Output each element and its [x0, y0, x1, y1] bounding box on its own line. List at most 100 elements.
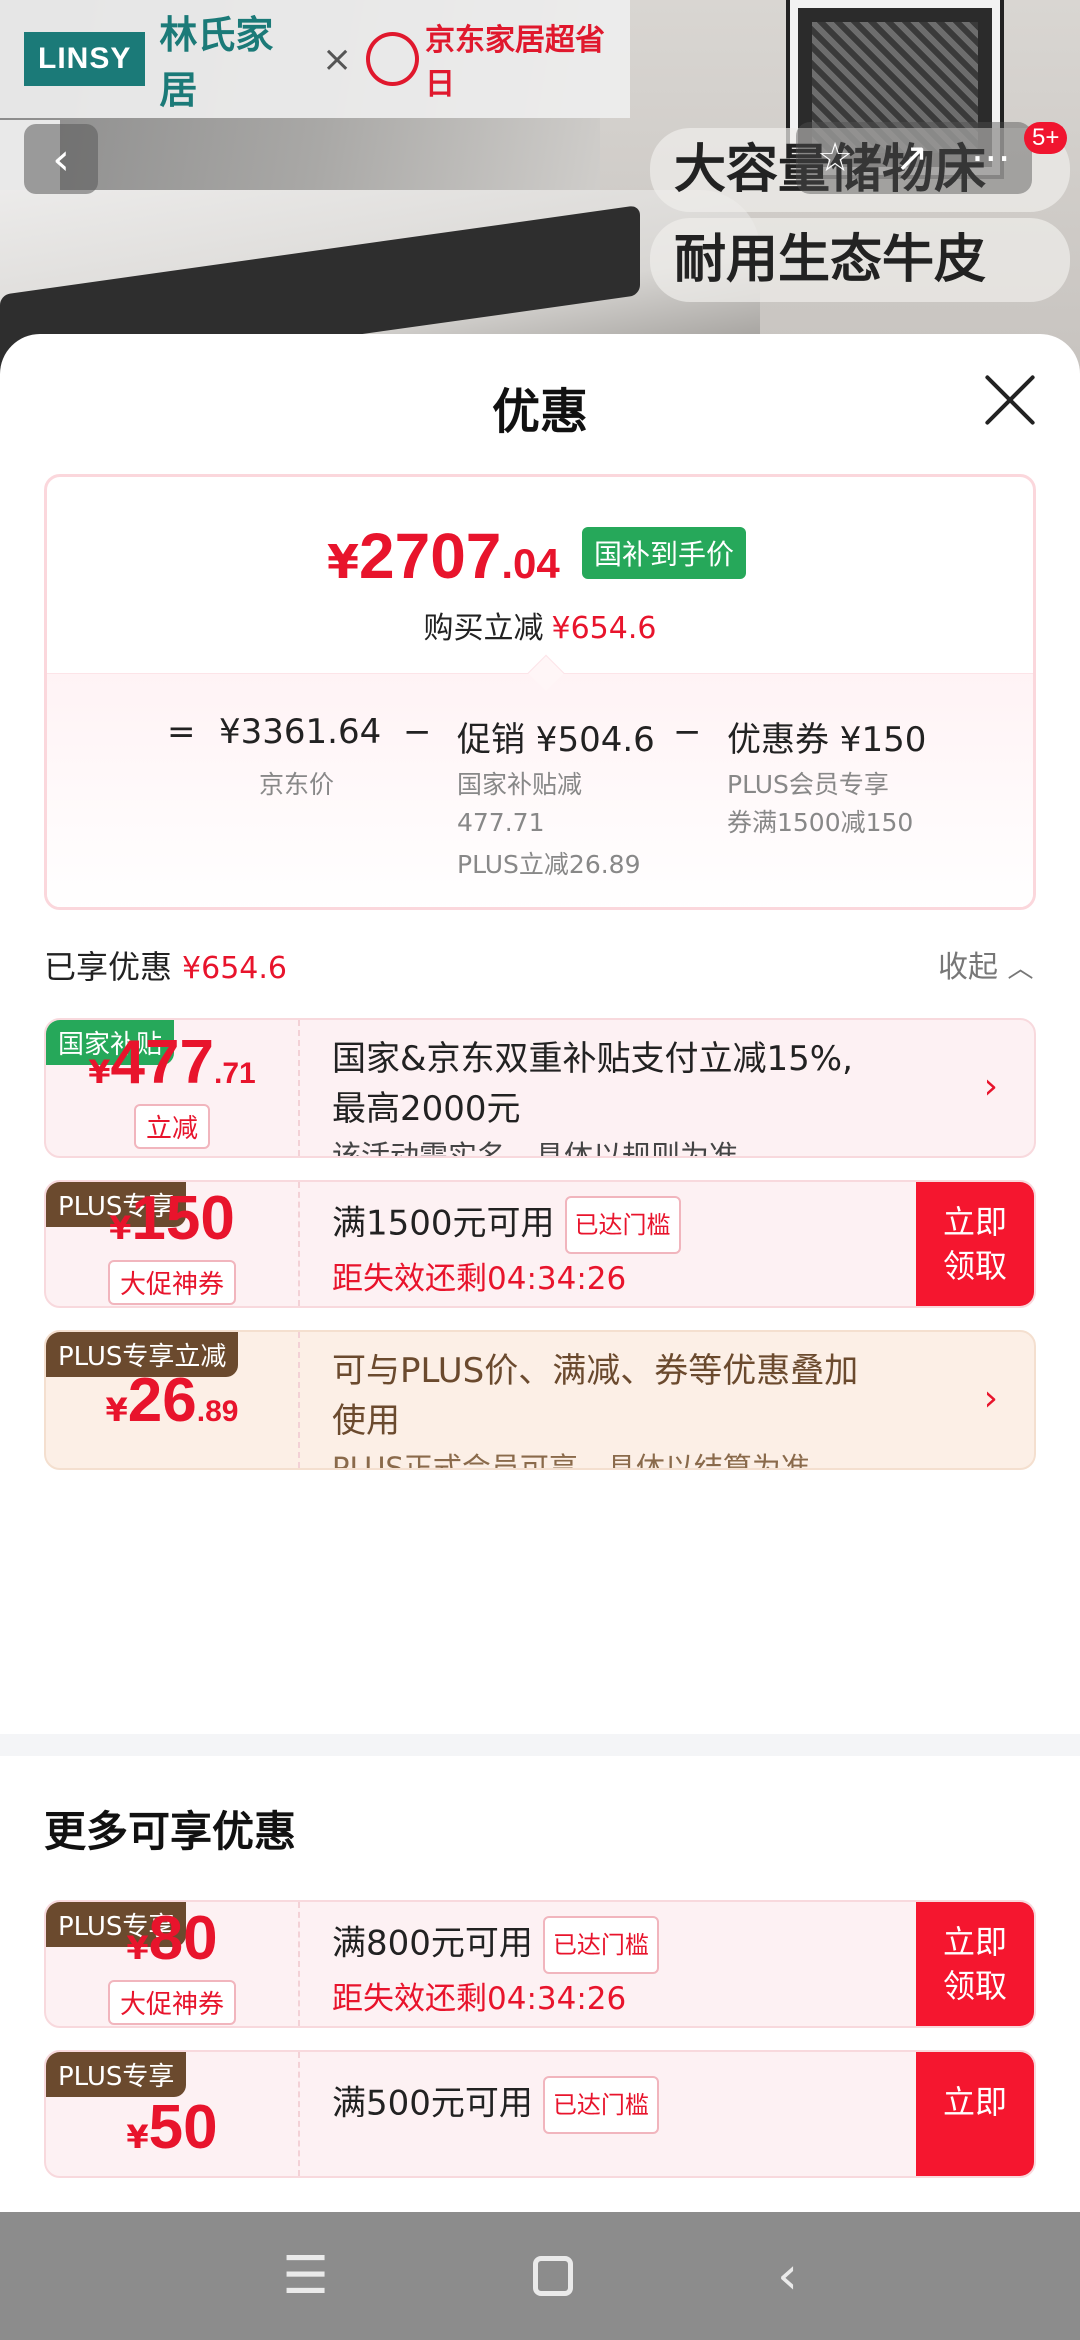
deal-amount-decimal: .89: [196, 1394, 239, 1428]
chevron-right-icon: ›: [983, 1066, 998, 1107]
top-action-icons: ☆ ↗ ⋯: [796, 122, 1032, 194]
home-icon[interactable]: [532, 2256, 573, 2296]
price-breakdown: = ¥3361.64 − 促销 ¥504.6 − 优惠券 ¥150 京东价 国家…: [47, 654, 1033, 907]
deal-amount-currency: ¥: [126, 1929, 149, 1967]
deal-national-subsidy[interactable]: 国家补贴 ¥ 477 .71 立减 国家&京东双重补贴支付立减15%, 最高20…: [44, 1018, 1036, 1158]
deal-amount-integer: 477: [110, 1028, 214, 1097]
deal-plus-coupon-150: PLUS专享 ¥ 150 大促神券 满1500元可用 已达门槛 距失效还剩04:3…: [44, 1180, 1036, 1308]
deal-line-1: 满800元可用 已达门槛: [332, 1916, 659, 1974]
deal-line-2: 最高2000元: [332, 1089, 521, 1129]
slogan-line-2: 耐用生态牛皮: [650, 218, 1070, 302]
equals-sign: =: [167, 712, 196, 752]
promo-sub-3: PLUS立减26.89: [457, 850, 641, 879]
minus-sign-2: −: [673, 712, 702, 752]
enjoyed-label: 已享优惠: [44, 948, 173, 986]
more-dots-icon[interactable]: ⋯: [971, 135, 1011, 181]
deal-small-tag: 立减: [133, 1104, 210, 1149]
cart-count-badge: 5+: [1024, 122, 1068, 154]
deal-amount: ¥ 26 .89: [106, 1365, 239, 1436]
deal-amount-currency: ¥: [105, 1390, 128, 1429]
deal-line-1: 可与PLUS价、满减、券等优惠叠加: [332, 1351, 859, 1391]
claim-button[interactable]: 立即: [916, 2052, 1034, 2176]
close-icon[interactable]: [982, 372, 1038, 428]
deal-amount-integer: 26: [127, 1365, 197, 1435]
deal-amount: ¥ 150: [109, 1183, 235, 1254]
subsidy-price-tag: 国补到手价: [582, 527, 747, 579]
deal-plus-reduce[interactable]: PLUS专享立减 ¥ 26 .89 可与PLUS价、满减、券等优惠叠加 使用 P…: [44, 1330, 1036, 1470]
deal-amount-block: ¥ 150 大促神券: [46, 1182, 300, 1306]
brand-banner: LINSY 林氏家居 × 京东家居超省日: [0, 0, 630, 118]
deal-line-1: 国家&京东双重补贴支付立减15%,: [332, 1039, 853, 1079]
collab-x: ×: [321, 38, 353, 80]
deal-text: 国家&京东双重补贴支付立减15%, 最高2000元 该活动需实名，具体以规则为准: [332, 1034, 853, 1158]
deal-amount: ¥ 50: [126, 2092, 217, 2163]
jd-price: ¥3361.64: [219, 712, 382, 752]
sheet-title: 优惠: [491, 384, 588, 440]
enjoyed-value: ¥654.6: [182, 951, 287, 986]
more-deals-title: 更多可享优惠: [44, 1807, 297, 1856]
jd-price-label: 京东价: [259, 770, 335, 799]
price-summary-card: ¥ 2707 .04 国补到手价 购买立减 ¥654.6 = ¥3361.64 −…: [44, 474, 1036, 910]
system-nav-bar: ☰ ‹: [0, 2212, 1080, 2340]
promo-sub-2: 477.71: [457, 808, 545, 837]
deal-line-2: 使用: [332, 1401, 400, 1441]
chevron-up-icon: ︿: [1007, 954, 1034, 984]
collapse-button[interactable]: 收起 ︿: [938, 942, 1034, 986]
deal-amount-integer: 150: [131, 1184, 235, 1253]
deal-amount-decimal: .71: [214, 1057, 256, 1090]
jd-event-name: 京东家居超省日: [425, 23, 606, 102]
deal-text: 满1500元可用 已达门槛 距失效还剩04:34:26: [332, 1196, 681, 1304]
deal-small-tag: 大促神券: [107, 1260, 236, 1305]
minus-sign-1: −: [403, 712, 432, 752]
coupon-amount: 优惠券 ¥150: [727, 720, 927, 760]
deal-text: 满500元可用 已达门槛: [332, 2076, 659, 2134]
claim-button[interactable]: 立即 领取: [916, 1902, 1034, 2026]
coupon-sub-1: PLUS会员专享: [727, 770, 889, 799]
promo-amount: 促销 ¥504.6: [457, 720, 655, 760]
discount-sheet: 优惠 ¥ 2707 .04 国补到手价 购买立减 ¥654.6 = ¥3361.6…: [0, 334, 1080, 2212]
buy-reduce-line: 购买立减 ¥654.6: [47, 603, 1033, 647]
final-price: ¥ 2707 .04: [327, 519, 560, 593]
deal-amount-integer: 80: [148, 1904, 218, 1973]
jd-dog-icon: [366, 32, 420, 86]
deal-threshold: 满500元可用: [332, 2083, 533, 2124]
deal-text: 满800元可用 已达门槛 距失效还剩04:34:26: [332, 1916, 659, 2024]
deal-line-1: 满1500元可用 已达门槛: [332, 1196, 681, 1254]
deal-line-1: 满500元可用 已达门槛: [332, 2076, 659, 2134]
deal-amount-block: ¥ 80 大促神券: [46, 1902, 300, 2026]
threshold-reached-badge: 已达门槛: [542, 2076, 659, 2134]
final-price-integer: 2707: [359, 520, 502, 592]
threshold-reached-badge: 已达门槛: [564, 1196, 681, 1254]
chevron-right-icon: ›: [983, 1378, 998, 1419]
section-divider: [0, 1734, 1080, 1756]
deal-small-tag: 大促神券: [107, 1980, 236, 2025]
final-price-decimal: .04: [501, 540, 560, 587]
deal-plus-coupon-80: PLUS专享 ¥ 80 大促神券 满800元可用 已达门槛 距失效还剩04:34:…: [44, 1900, 1036, 2028]
nav-back-icon[interactable]: ‹: [777, 2246, 798, 2306]
enjoyed-discount-header: 已享优惠 ¥654.6: [44, 942, 287, 988]
share-icon[interactable]: ↗: [895, 135, 929, 181]
deal-amount: ¥ 80: [126, 1903, 217, 1974]
deal-text: 可与PLUS价、满减、券等优惠叠加 使用 PLUS正式会员可享，具体以结算为准: [332, 1346, 859, 1468]
deal-amount-block: ¥ 50: [46, 2052, 300, 2176]
deal-amount-block: ¥ 477 .71 立减: [46, 1020, 300, 1156]
deal-line-3: 该活动需实名，具体以规则为准: [332, 1139, 739, 1158]
deal-countdown: 距失效还剩04:34:26: [332, 1981, 627, 2017]
collapse-label: 收起: [938, 950, 998, 985]
buy-reduce-label: 购买立减: [423, 611, 544, 646]
promo-sub-1: 国家补贴减: [457, 770, 583, 799]
buy-reduce-value: ¥654.6: [551, 611, 657, 646]
favorite-star-icon[interactable]: ☆: [817, 135, 853, 181]
brand-name: 林氏家居: [159, 13, 274, 112]
price-top: ¥ 2707 .04 国补到手价 购买立减 ¥654.6: [47, 477, 1033, 673]
deal-amount-currency: ¥: [109, 1209, 132, 1247]
deal-countdown: 距失效还剩04:34:26: [332, 1261, 627, 1297]
deal-threshold: 满1500元可用: [332, 1203, 555, 1244]
deal-threshold: 满800元可用: [332, 1923, 533, 1964]
back-button[interactable]: ‹: [24, 124, 98, 194]
final-price-currency: ¥: [327, 535, 360, 589]
back-arrow-icon: ‹: [52, 133, 70, 185]
jd-event-logo: 京东家居超省日: [366, 15, 630, 103]
claim-button[interactable]: 立即 领取: [916, 1182, 1034, 1306]
menu-icon[interactable]: ☰: [282, 2246, 329, 2306]
